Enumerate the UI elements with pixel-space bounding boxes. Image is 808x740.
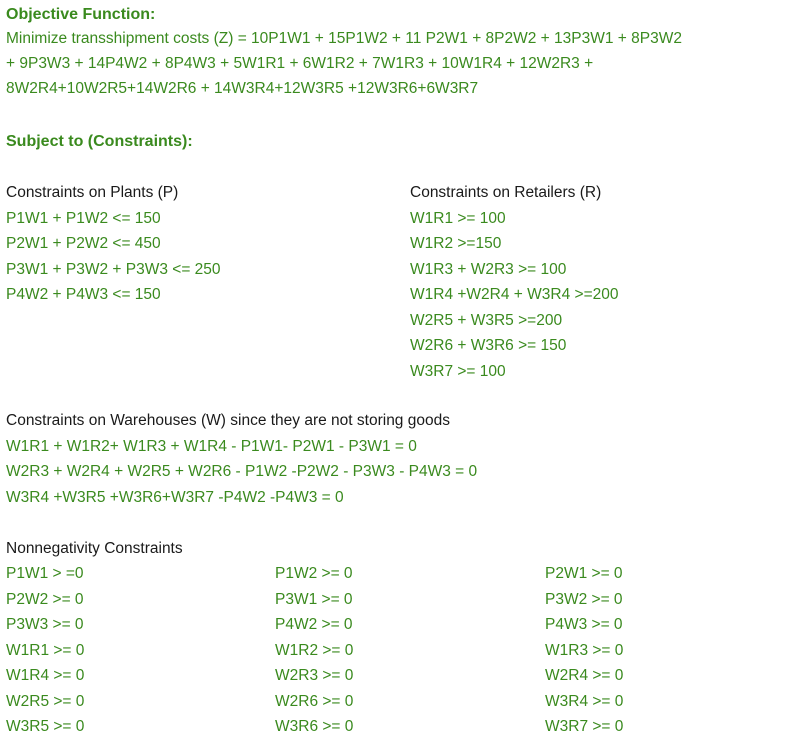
nonnegativity-item: W1R2 >= 0 — [275, 641, 354, 659]
retailer-constraint: W1R4 +W2R4 + W3R4 >=200 — [410, 286, 619, 303]
warehouse-constraint: W2R3 + W2R4 + W2R5 + W2R6 - P1W2 -P2W2 -… — [6, 463, 478, 480]
nonnegativity-item: P3W2 >= 0 — [545, 590, 623, 608]
nonnegativity-item: W2R4 >= 0 — [545, 667, 624, 684]
warehouses-title: Constraints on Warehouses (W) since they… — [6, 412, 450, 429]
nonnegativity-item: P2W2 >= 0 — [6, 590, 84, 608]
nonnegativity-item: W1R1 >= 0 — [6, 641, 85, 659]
constraints-heading: Subject to (Constraints): — [6, 133, 193, 150]
warehouses-constraints: Constraints on Warehouses (W) since they… — [6, 408, 477, 510]
nonnegativity-item: P4W2 >= 0 — [275, 616, 353, 633]
retailer-constraint: W2R6 + W3R6 >= 150 — [410, 337, 567, 354]
retailer-constraint: W1R3 + W2R3 >= 100 — [410, 260, 567, 278]
plants-constraints: Constraints on Plants (P) P1W1 + P1W2 <=… — [6, 180, 221, 308]
objective-line-1: Minimize transshipment costs (Z) = 10P1W… — [6, 30, 682, 47]
retailer-constraint: W1R2 >=150 — [410, 235, 502, 252]
plant-constraint: P1W1 + P1W2 <= 150 — [6, 209, 161, 227]
warehouse-constraint: W3R4 +W3R5 +W3R6+W3R7 -P4W2 -P4W3 = 0 — [6, 488, 344, 506]
nonnegativity-item: P3W3 >= 0 — [6, 616, 84, 633]
retailer-constraint: W3R7 >= 100 — [410, 362, 506, 380]
plant-constraint: P3W1 + P3W2 + P3W3 <= 250 — [6, 260, 221, 278]
plants-title: Constraints on Plants (P) — [6, 184, 179, 201]
plant-constraint: P4W2 + P4W3 <= 150 — [6, 286, 161, 303]
retailer-constraint: W2R5 + W3R5 >=200 — [410, 311, 563, 329]
objective-heading: Objective Function: — [6, 6, 156, 23]
warehouse-constraint: W1R1 + W1R2+ W1R3 + W1R4 - P1W1- P2W1 - … — [6, 437, 417, 455]
nonnegativity-item: W2R5 >= 0 — [6, 692, 85, 710]
nonnegativity-title: Nonnegativity Constraints — [6, 540, 183, 557]
nonnegativity-item: P1W2 >= 0 — [275, 565, 353, 582]
nonnegativity-title-wrap: Nonnegativity Constraints — [6, 536, 183, 562]
retailer-constraint: W1R1 >= 100 — [410, 209, 506, 227]
nonnegativity-item: W1R3 >= 0 — [545, 641, 624, 659]
nonnegativity-item: W3R7 >= 0 — [545, 718, 624, 735]
nonnegativity-column-1: P1W1 > =0 P2W2 >= 0 P3W3 >= 0 W1R1 >= 0 … — [6, 561, 84, 740]
nonnegativity-column-2: P1W2 >= 0 P3W1 >= 0 P4W2 >= 0 W1R2 >= 0 … — [275, 561, 353, 740]
nonnegativity-item: P1W1 > =0 — [6, 565, 84, 582]
nonnegativity-item: P2W1 >= 0 — [545, 565, 623, 582]
nonnegativity-item: W2R3 >= 0 — [275, 667, 354, 684]
plant-constraint: P2W1 + P2W2 <= 450 — [6, 235, 161, 252]
nonnegativity-column-3: P2W1 >= 0 P3W2 >= 0 P4W3 >= 0 W1R3 >= 0 … — [545, 561, 623, 740]
retailers-constraints: Constraints on Retailers (R) W1R1 >= 100… — [410, 180, 619, 384]
objective-line-3: 8W2R4+10W2R5+14W2R6 + 14W3R4+12W3R5 +12W… — [6, 80, 479, 97]
nonnegativity-item: W3R4 >= 0 — [545, 692, 624, 710]
nonnegativity-item: W3R5 >= 0 — [6, 718, 85, 735]
retailers-title: Constraints on Retailers (R) — [410, 184, 602, 201]
nonnegativity-item: W2R6 >= 0 — [275, 692, 354, 710]
objective-line-2: + 9P3W3 + 14P4W2 + 8P4W3 + 5W1R1 + 6W1R2… — [6, 55, 594, 72]
nonnegativity-item: W3R6 >= 0 — [275, 718, 354, 735]
nonnegativity-item: P3W1 >= 0 — [275, 590, 353, 608]
nonnegativity-item: P4W3 >= 0 — [545, 616, 623, 633]
nonnegativity-item: W1R4 >= 0 — [6, 667, 85, 684]
